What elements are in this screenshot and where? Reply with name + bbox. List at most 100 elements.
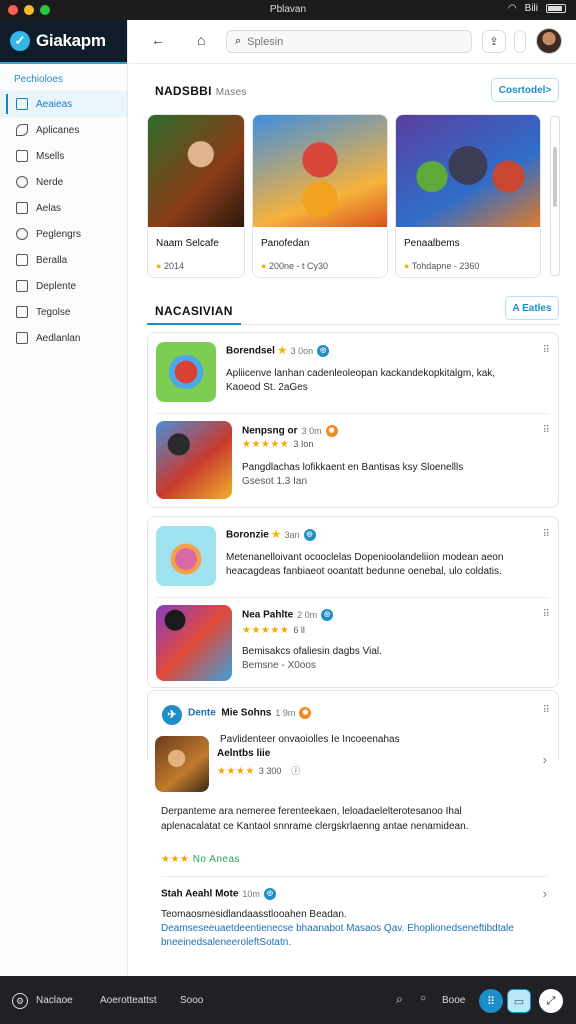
star-icon: ★ xyxy=(277,345,287,357)
coin-icon: ● xyxy=(404,261,410,271)
sidebar-item-label: Nerde xyxy=(36,176,64,188)
message-button-icon[interactable]: ▭ xyxy=(507,989,531,1013)
carousel-scrollbar[interactable] xyxy=(550,116,560,276)
home-icon[interactable]: ⌂ xyxy=(197,32,205,48)
battery-label: Bili xyxy=(524,3,538,14)
document-icon xyxy=(16,254,28,266)
sidebar-item-1[interactable]: Aplicanes xyxy=(0,117,127,143)
app-icon xyxy=(156,526,216,586)
bottom-item-1[interactable]: Naclaoe xyxy=(36,995,73,1006)
apps-icon xyxy=(16,98,28,110)
featured-card-0[interactable]: Naam Selcafe ● 2014 xyxy=(147,114,245,278)
review-stars-label: No Aneas xyxy=(192,854,241,865)
list-section-title: NACASIVIAN xyxy=(155,304,233,318)
sidebar-item-0[interactable]: Aeaieas xyxy=(0,91,127,117)
search-icon: ⌕ xyxy=(235,35,242,47)
search-box[interactable]: ⌕ xyxy=(226,30,472,53)
settings-icon[interactable]: ⚙ xyxy=(12,993,28,1009)
search-input[interactable] xyxy=(247,35,448,48)
featured-carousel: Naam Selcafe ● 2014 Panofedan ● 200ne - … xyxy=(147,114,567,278)
divider xyxy=(156,597,550,598)
list-item[interactable]: Nenpsng or 3 0m ◉ ★★★★★ 3 Ion Pangdlachas l… xyxy=(148,415,558,507)
app-description: Bemisakcs ofaliesin dagbs Vial. Bemsne - … xyxy=(242,646,382,671)
more-options-icon[interactable]: ⠿ xyxy=(543,345,550,356)
status-icons: ◠ Bili xyxy=(508,3,566,14)
featured-more-button[interactable]: Cosrtodel> xyxy=(491,78,559,102)
more-options-icon[interactable]: ⠿ xyxy=(543,705,550,716)
search-icon[interactable]: ⌕ xyxy=(396,992,403,1007)
featured-card-1[interactable]: Panofedan ● 200ne - t Cy30 xyxy=(252,114,388,278)
list-item[interactable]: Aelntbs liie ★★★★ 3 300 ⓘ › xyxy=(147,734,559,804)
bottom-item-3[interactable]: Sooo xyxy=(180,995,203,1006)
more-options-icon[interactable]: ⠿ xyxy=(543,425,550,436)
chevron-right-icon[interactable]: › xyxy=(543,752,547,767)
sidebar-item-5[interactable]: Peglengrs xyxy=(0,221,127,247)
game-artwork-warrior xyxy=(148,115,244,227)
top-header: ← ⌂ ⌕ ⇪ xyxy=(129,20,576,64)
card-title: Panofedan xyxy=(261,238,310,249)
app-list-group-2: Boronzie ★ 3an ◎ Metenanelloivant ocooclel… xyxy=(147,516,559,688)
bottom-item-right[interactable]: Booe xyxy=(442,995,465,1006)
sidebar-item-7[interactable]: Deplente xyxy=(0,273,127,299)
chevron-right-icon[interactable]: › xyxy=(543,886,547,901)
card-meta-text: 200ne - t Cy30 xyxy=(268,261,328,271)
footer-item-link[interactable]: Deamseseeuaetdeentienecse bhaanabot Masa… xyxy=(161,922,541,950)
app-icon xyxy=(156,421,232,499)
sidebar-item-9[interactable]: Aedlanlan xyxy=(0,325,127,351)
main-content: NADSBBI Mases Cosrtodel> Naam Selcafe ● 2… xyxy=(129,64,576,976)
info-icon[interactable]: ⓘ xyxy=(291,766,300,776)
grid-button-icon[interactable]: ⠿ xyxy=(479,989,503,1013)
sidebar-item-8[interactable]: Tegolse xyxy=(0,299,127,325)
leaf-icon xyxy=(16,124,28,136)
expand-button-icon[interactable]: ⤢ xyxy=(539,989,563,1013)
sidebar-section-title: Pechioloes xyxy=(14,74,63,85)
sidebar-item-2[interactable]: Msells xyxy=(0,143,127,169)
star-rating: ★★★★★ 3 Ion xyxy=(242,439,314,450)
divider xyxy=(161,876,547,877)
divider xyxy=(156,413,550,414)
bottom-item-2[interactable]: Aoerotteattst xyxy=(100,995,157,1006)
edit-icon xyxy=(16,280,28,292)
card-meta-text: Tohdapne - 2360 xyxy=(411,261,480,271)
app-name: Nea Pahlte 2 0m ◎ xyxy=(242,609,334,621)
sidebar-item-6[interactable]: Beralla xyxy=(0,247,127,273)
back-arrow-icon[interactable]: ← xyxy=(151,32,165,48)
list-item[interactable]: Nea Pahlte 2 0m ◎ ★★★★★ 6 ll Bemisakcs ofal… xyxy=(148,599,558,687)
list-item[interactable]: Boronzie ★ 3an ◎ Metenanelloivant ocooclel… xyxy=(148,517,558,599)
featured-card-2[interactable]: Penaalbems ● Tohdapne - 2360 xyxy=(395,114,541,278)
coin-icon: ● xyxy=(261,261,267,271)
wifi-icon: ◠ xyxy=(507,3,517,14)
more-options-icon[interactable]: ⠿ xyxy=(543,609,550,620)
sidebar-item-label: Tegolse xyxy=(36,306,71,318)
list-more-button[interactable]: A Eatles xyxy=(505,296,559,320)
list-icon xyxy=(16,306,28,318)
card-title: Penaalbems xyxy=(404,238,460,249)
app-name: Dente Mie Sohns 1 9m ◉ xyxy=(188,707,312,719)
sidebar-item-label: Aeaieas xyxy=(36,98,73,110)
sidebar-item-3[interactable]: Nerde xyxy=(0,169,127,195)
app-description: Apliicenve lanhan cadenleoleopan kackand… xyxy=(226,368,496,393)
section-tab-underline xyxy=(147,323,559,325)
sidebar-item-label: Peglengrs xyxy=(36,228,82,240)
more-options-icon[interactable]: ⠿ xyxy=(543,529,550,540)
app-name: Nenpsng or 3 0m ◉ xyxy=(242,425,338,437)
system-bar: Pblavan ◠ Bili xyxy=(0,0,576,20)
menu-toggle-button[interactable] xyxy=(514,30,526,53)
app-icon xyxy=(155,736,209,792)
verified-icon: ◎ xyxy=(263,888,276,900)
featured-section-title: NADSBBI Mases xyxy=(155,84,247,98)
card-meta: ● Tohdapne - 2360 xyxy=(404,261,479,271)
sidebar-item-label: Aelas xyxy=(36,202,62,214)
list-item[interactable]: Borendsel ★ 3 0on ◎ Apliicenve lanhan cade… xyxy=(148,333,558,415)
brand-header[interactable]: ✓ Giakapm xyxy=(0,20,127,64)
share-icon[interactable]: ⇪ xyxy=(482,30,506,53)
sidebar-item-4[interactable]: Aelas xyxy=(0,195,127,221)
star-icon: ★ xyxy=(271,529,281,541)
coin-icon: ● xyxy=(156,261,162,271)
sidebar: ✓ Giakapm Pechioloes Aeaieas Aplicanes M… xyxy=(0,20,128,976)
app-icon xyxy=(156,605,232,681)
sidebar-item-label: Deplente xyxy=(36,280,77,292)
footer-item-desc: Teomaosmesidlandaasstlooahen Beadan. xyxy=(161,909,347,920)
chat-icon[interactable]: ○ xyxy=(420,993,426,1004)
user-avatar[interactable] xyxy=(536,28,562,54)
